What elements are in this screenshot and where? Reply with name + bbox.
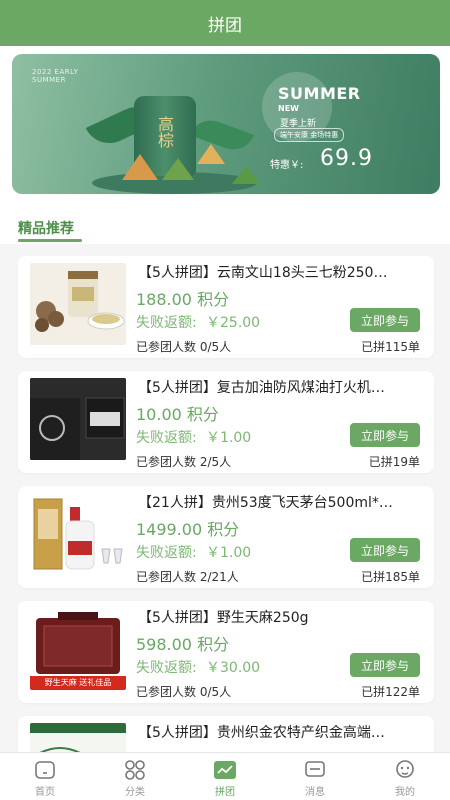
recommend-section-header: 精品推荐	[0, 206, 450, 244]
banner-tagline: 端午安康 金场特惠	[274, 128, 345, 142]
tab-label: 我的	[395, 787, 415, 798]
thumb-caption: 野生天麻 送礼佳品	[44, 678, 112, 687]
refund-value: ￥25.00	[206, 315, 261, 331]
refund-value: ￥1.00	[206, 430, 252, 446]
product-price: 10.00 积分	[136, 405, 219, 424]
product-card[interactable]: 野生天麻 送礼佳品 【5人拼团】野生天麻250g 598.00 积分 失败返额:…	[18, 601, 434, 703]
banner-price-label: 特惠￥:	[270, 160, 304, 171]
product-title[interactable]: 【5人拼团】复古加油防风煤油打火机…	[138, 377, 420, 397]
join-button[interactable]: 立即参与	[350, 653, 420, 677]
product-title[interactable]: 【5人拼团】贵州织金农特产织金高端…	[138, 722, 420, 742]
category-icon	[123, 759, 147, 781]
refund-value: ￥1.00	[206, 545, 252, 561]
tab-home[interactable]: 首页	[0, 753, 90, 800]
banner-area: 2022 EARLY SUMMER 高棕 SUMMER NEW 夏季上新 端午安…	[0, 46, 450, 206]
banner-headline: SUMMER	[278, 84, 361, 103]
banner-year-text: 2022 EARLY SUMMER	[32, 68, 79, 84]
lighter-gift-box-image	[30, 378, 126, 460]
section-title: 精品推荐	[18, 221, 74, 237]
tab-profile[interactable]: 我的	[360, 753, 450, 800]
refund-label: 失败返额:	[136, 430, 197, 446]
message-icon	[303, 759, 327, 781]
tab-message[interactable]: 消息	[270, 753, 360, 800]
tab-label: 拼团	[215, 787, 235, 798]
home-icon	[33, 759, 57, 781]
group-buy-icon	[213, 759, 237, 781]
page-title: 拼团	[208, 15, 242, 36]
join-button[interactable]: 立即参与	[350, 423, 420, 447]
profile-icon	[393, 759, 417, 781]
sold-count: 已拼115单	[361, 340, 420, 354]
tab-label: 分类	[125, 787, 145, 798]
product-card[interactable]: 【5人拼团】复古加油防风煤油打火机… 10.00 积分 失败返额: ￥1.00 …	[18, 371, 434, 473]
product-title[interactable]: 【21人拼】贵州53度飞天茅台500ml*…	[138, 492, 420, 512]
tab-label: 消息	[305, 787, 325, 798]
product-image[interactable]	[30, 263, 126, 345]
tab-category[interactable]: 分类	[90, 753, 180, 800]
product-card[interactable]: 【21人拼】贵州53度飞天茅台500ml*… 1499.00 积分 失败返额: …	[18, 486, 434, 588]
product-image[interactable]	[30, 378, 126, 460]
tab-group-buy[interactable]: 拼团	[180, 753, 270, 800]
product-price: 598.00 积分	[136, 635, 230, 654]
product-title[interactable]: 【5人拼团】云南文山18头三七粉250…	[138, 262, 420, 282]
joined-count: 已参团人数 2/21人	[136, 570, 239, 584]
promo-banner[interactable]: 2022 EARLY SUMMER 高棕 SUMMER NEW 夏季上新 端午安…	[12, 54, 440, 194]
tab-label: 首页	[35, 787, 55, 798]
refund-label: 失败返额:	[136, 545, 197, 561]
gift-can-text: 高棕	[155, 116, 174, 148]
product-card[interactable]: 【5人拼团】云南文山18头三七粉250… 188.00 积分 失败返额: ￥25…	[18, 256, 434, 358]
banner-price-value: 69.9	[320, 146, 373, 171]
joined-count: 已参团人数 0/5人	[136, 340, 232, 354]
join-button[interactable]: 立即参与	[350, 538, 420, 562]
join-button[interactable]: 立即参与	[350, 308, 420, 332]
moutai-bottle-image	[33, 498, 123, 570]
zongzi-image	[162, 158, 194, 180]
refund-value: ￥30.00	[206, 660, 261, 676]
product-title[interactable]: 【5人拼团】野生天麻250g	[138, 607, 420, 627]
app-header: 拼团	[0, 0, 450, 46]
product-image[interactable]: 野生天麻 送礼佳品	[30, 608, 126, 690]
joined-count: 已参团人数 2/5人	[136, 455, 232, 469]
banner-new-label: NEW	[278, 104, 299, 113]
product-image[interactable]	[30, 493, 126, 575]
sold-count: 已拼19单	[368, 455, 420, 469]
refund-label: 失败返额:	[136, 315, 197, 331]
zongzi-image	[197, 144, 225, 164]
sanqi-powder-image	[35, 271, 125, 332]
product-price: 1499.00 积分	[136, 520, 240, 539]
zongzi-image	[122, 154, 158, 180]
sold-count: 已拼185单	[361, 570, 420, 584]
sold-count: 已拼122单	[361, 685, 420, 699]
product-price: 188.00 积分	[136, 290, 230, 309]
zongzi-image	[232, 166, 260, 184]
joined-count: 已参团人数 0/5人	[136, 685, 232, 699]
section-underline	[18, 239, 82, 242]
refund-label: 失败返额:	[136, 660, 197, 676]
bottom-tab-bar: 首页 分类 拼团 消息 我的	[0, 752, 450, 800]
